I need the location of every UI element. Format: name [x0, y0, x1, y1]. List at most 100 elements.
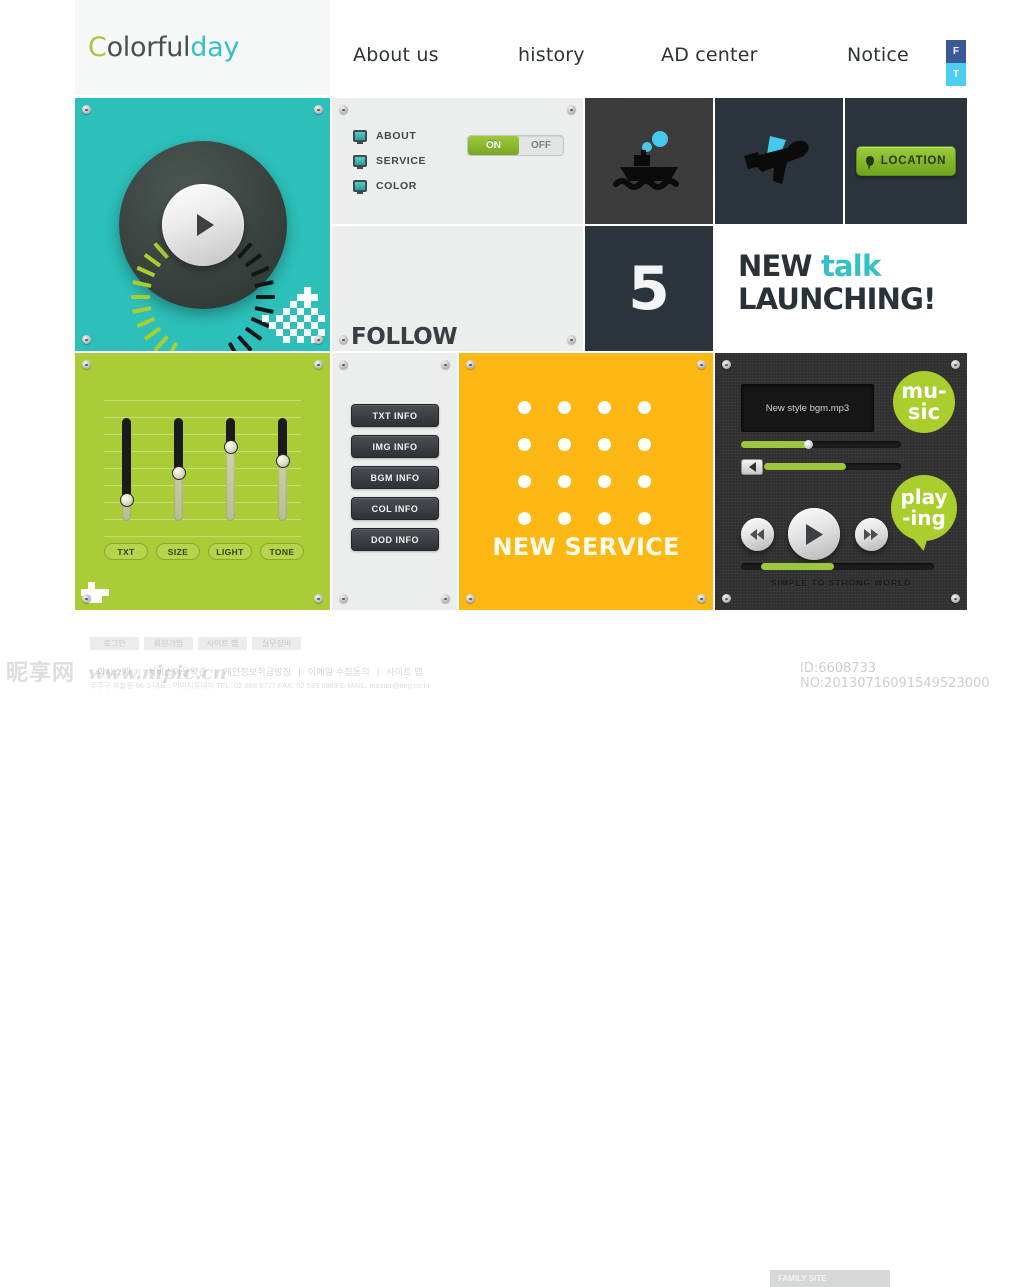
- panel-music-player: New style bgm.mp3 mu- sic play -ing SIMP…: [715, 353, 967, 610]
- panel-knob-player: [75, 98, 330, 351]
- twitter-icon[interactable]: T: [946, 63, 966, 86]
- grid-dot: [638, 512, 651, 525]
- footer-button-sitemap[interactable]: 사이트 맵: [198, 637, 247, 650]
- location-button[interactable]: LOCATION: [856, 146, 956, 176]
- footer-button-signup[interactable]: 회원가입: [144, 637, 193, 650]
- screw-icon: [722, 360, 731, 369]
- on-off-toggle[interactable]: ON OFF: [467, 135, 564, 156]
- grid-dot: [518, 401, 531, 414]
- footer-button-login[interactable]: 로그인: [90, 637, 139, 650]
- panel-follow: FOLLOW @COLORFUL 1,500 likes 1,200 Follo…: [332, 226, 583, 351]
- music-badge-line-2: sic: [907, 400, 941, 424]
- progress-handle[interactable]: [804, 440, 814, 449]
- panel-ship[interactable]: [585, 98, 713, 224]
- menu-item-label: COLOR: [376, 180, 417, 192]
- knob-tick: [236, 335, 253, 351]
- footer-button-equipment[interactable]: 실무장비: [252, 637, 301, 650]
- menu-item-about[interactable]: ABOUT: [353, 130, 426, 144]
- main-navigation: About us history AD center Notice: [340, 44, 980, 66]
- knob-tick: [227, 341, 241, 351]
- logo-part-2: olorful: [106, 32, 191, 63]
- col-info-button[interactable]: COL INFO: [351, 497, 439, 520]
- slider-txt[interactable]: [119, 418, 134, 521]
- playing-badge-line-2: -ing: [902, 506, 946, 530]
- slider-guide-line: [104, 417, 301, 418]
- slider-light[interactable]: [223, 418, 238, 521]
- grid-dot: [518, 512, 531, 525]
- fast-forward-icon: [864, 529, 878, 540]
- location-button-label: LOCATION: [880, 155, 947, 167]
- slider-label-size: SIZE: [156, 543, 200, 560]
- menu-item-label: ABOUT: [376, 130, 417, 142]
- footer-link-sitemap[interactable]: 사이트 맵: [386, 667, 423, 677]
- slider-guide-line: [104, 536, 301, 537]
- panel-new-service: NEW SERVICE: [459, 353, 713, 610]
- grid-dot: [598, 401, 611, 414]
- grid-dot: [558, 475, 571, 488]
- pixel-block: [311, 308, 318, 315]
- pixel-block: [283, 308, 290, 315]
- bottom-progress-bar[interactable]: [741, 563, 934, 570]
- play-icon[interactable]: [161, 184, 244, 266]
- menu-item-color[interactable]: COLOR: [353, 180, 426, 194]
- dod-info-button[interactable]: DOD INFO: [351, 528, 439, 551]
- footer-link-email[interactable]: 이메일 수집동의: [308, 667, 370, 677]
- map-pin-icon: [865, 156, 874, 170]
- slider-tone[interactable]: [275, 418, 290, 521]
- play-button[interactable]: [788, 508, 840, 560]
- prev-button[interactable]: [741, 518, 774, 551]
- grid-dot: [598, 438, 611, 451]
- pixel-block: [276, 315, 283, 322]
- info-button-list: TXT INFO IMG INFO BGM INFO COL INFO DOD …: [351, 404, 439, 559]
- logo[interactable]: Colorfulday: [75, 0, 330, 95]
- slider-label-light: LIGHT: [208, 543, 252, 560]
- slider-size[interactable]: [171, 418, 186, 521]
- screw-icon: [441, 360, 450, 369]
- volume-knob[interactable]: [118, 141, 287, 351]
- slider-handle[interactable]: [275, 454, 290, 469]
- slider-handle[interactable]: [171, 465, 186, 480]
- slider-guide-line: [104, 451, 301, 452]
- pixel-block: [290, 329, 297, 336]
- bgm-info-button[interactable]: BGM INFO: [351, 466, 439, 489]
- screw-icon: [314, 594, 323, 603]
- speaker-icon[interactable]: [741, 459, 763, 475]
- slider-labels: TXT SIZE LIGHT TONE: [104, 543, 304, 560]
- nav-item-history[interactable]: history: [500, 44, 660, 66]
- toggle-off-label[interactable]: OFF: [519, 136, 563, 155]
- slider-handle[interactable]: [119, 493, 134, 508]
- screw-icon: [441, 594, 450, 603]
- nav-item-about-us[interactable]: About us: [340, 44, 500, 66]
- social-buttons: F T: [946, 40, 966, 86]
- slider-guide-line: [104, 400, 301, 401]
- img-info-button[interactable]: IMG INFO: [351, 435, 439, 458]
- screw-icon: [339, 105, 348, 114]
- progress-slider[interactable]: [741, 440, 901, 449]
- slider-guide-line: [104, 502, 301, 503]
- follow-line-1: FOLLOW: [351, 324, 458, 350]
- screw-icon: [339, 360, 348, 369]
- next-button[interactable]: [855, 518, 888, 551]
- panel-airplane[interactable]: [715, 98, 843, 224]
- pixel-block: [297, 294, 304, 301]
- family-site-dropdown[interactable]: FAMILY SITE: [770, 1270, 890, 1287]
- menu-item-service[interactable]: SERVICE: [353, 155, 426, 169]
- pixel-block: [297, 322, 304, 329]
- pixel-block: [102, 589, 109, 596]
- progress-fill: [741, 441, 809, 448]
- music-badge-line-1: mu-: [901, 379, 947, 403]
- nav-item-ad-center[interactable]: AD center: [660, 44, 820, 66]
- screw-icon: [951, 594, 960, 603]
- slider-guide-line: [104, 485, 301, 486]
- facebook-icon[interactable]: F: [946, 40, 966, 63]
- toggle-on-label[interactable]: ON: [468, 136, 519, 155]
- slider-handle[interactable]: [223, 439, 238, 454]
- slider-label-txt: TXT: [104, 543, 148, 560]
- screw-icon: [697, 594, 706, 603]
- txt-info-button[interactable]: TXT INFO: [351, 404, 439, 427]
- footer-link-privacy[interactable]: 개인정보취급방침: [223, 667, 291, 677]
- screw-icon: [314, 335, 323, 344]
- volume-slider[interactable]: [764, 463, 901, 470]
- panel-info-buttons: TXT INFO IMG INFO BGM INFO COL INFO DOD …: [332, 353, 457, 610]
- playing-badge: play -ing: [891, 475, 957, 553]
